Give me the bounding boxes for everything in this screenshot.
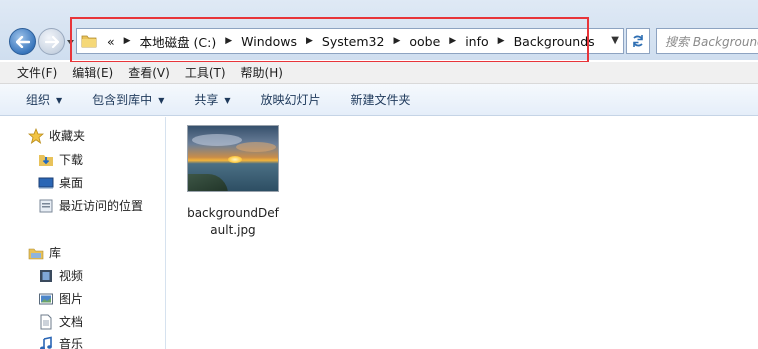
nav-favorites-label: 收藏夹 bbox=[49, 129, 86, 143]
chevron-right-icon[interactable]: ▶ bbox=[225, 36, 232, 46]
nav-pictures-label: 图片 bbox=[59, 292, 84, 306]
nav-libraries[interactable]: 库 bbox=[28, 244, 61, 261]
folder-icon bbox=[81, 35, 97, 48]
refresh-icon bbox=[633, 35, 643, 47]
nav-downloads[interactable]: 下载 bbox=[38, 151, 83, 168]
back-arrow-icon bbox=[15, 35, 30, 48]
file-name: backgroundDefault.jpg bbox=[187, 206, 279, 237]
search-input[interactable]: 搜索 Backgrounds bbox=[656, 28, 758, 54]
back-button[interactable] bbox=[9, 28, 36, 55]
picture-icon bbox=[38, 291, 54, 307]
include-in-library-label: 包含到库中 bbox=[92, 93, 153, 107]
breadcrumb-system32[interactable]: System32 bbox=[322, 34, 385, 49]
nav-music-label: 音乐 bbox=[59, 337, 84, 349]
chevron-right-icon[interactable]: ▶ bbox=[124, 36, 131, 46]
file-list: backgroundDefault.jpg bbox=[167, 117, 758, 349]
organize-button[interactable]: 组织 ▼ bbox=[26, 91, 62, 108]
forward-button[interactable] bbox=[38, 28, 65, 55]
chevron-down-icon: ▼ bbox=[56, 96, 63, 105]
chevron-right-icon[interactable]: ▶ bbox=[306, 36, 313, 46]
thumbnail-sun bbox=[228, 156, 242, 163]
address-row: « ▶ 本地磁盘 (C:) ▶ Windows ▶ System32 ▶ oob… bbox=[0, 0, 758, 60]
document-icon bbox=[38, 314, 54, 330]
menu-view[interactable]: 查看(V) bbox=[128, 64, 170, 81]
command-bar: 组织 ▼ 包含到库中 ▼ 共享 ▼ 放映幻灯片 新建文件夹 bbox=[0, 84, 758, 116]
forward-arrow-icon bbox=[44, 35, 59, 48]
breadcrumb-oobe[interactable]: oobe bbox=[409, 34, 440, 49]
nav-libraries-label: 库 bbox=[49, 246, 62, 260]
organize-label: 组织 bbox=[26, 93, 51, 107]
share-button[interactable]: 共享 ▼ bbox=[194, 91, 230, 108]
nav-desktop-label: 桌面 bbox=[59, 176, 84, 190]
desktop-icon bbox=[38, 175, 54, 191]
navigation-pane: 收藏夹 下载 桌面 最近访问的位置 库 视频 图片 文档 音乐 bbox=[0, 117, 166, 349]
menu-help[interactable]: 帮助(H) bbox=[241, 64, 283, 81]
breadcrumb-backgrounds[interactable]: Backgrounds bbox=[514, 34, 595, 49]
menu-tools[interactable]: 工具(T) bbox=[185, 64, 226, 81]
address-history-dropdown[interactable]: ▼ bbox=[611, 35, 619, 46]
menu-bar: 文件(F) 编辑(E) 查看(V) 工具(T) 帮助(H) bbox=[0, 62, 758, 84]
slideshow-button[interactable]: 放映幻灯片 bbox=[261, 91, 321, 108]
chevron-down-icon: ▼ bbox=[158, 96, 165, 105]
nav-videos[interactable]: 视频 bbox=[38, 267, 83, 284]
nav-recent-label: 最近访问的位置 bbox=[59, 199, 144, 213]
nav-downloads-label: 下载 bbox=[59, 153, 84, 167]
menu-file[interactable]: 文件(F) bbox=[17, 64, 57, 81]
nav-pictures[interactable]: 图片 bbox=[38, 290, 83, 307]
recent-places-icon bbox=[38, 198, 54, 214]
library-icon bbox=[28, 245, 44, 261]
star-icon bbox=[28, 127, 44, 144]
file-item[interactable]: backgroundDefault.jpg bbox=[185, 125, 281, 239]
nav-documents[interactable]: 文档 bbox=[38, 313, 83, 330]
new-folder-button[interactable]: 新建文件夹 bbox=[351, 91, 411, 108]
music-icon bbox=[38, 336, 54, 349]
nav-favorites[interactable]: 收藏夹 bbox=[28, 127, 85, 144]
address-bar[interactable]: « ▶ 本地磁盘 (C:) ▶ Windows ▶ System32 ▶ oob… bbox=[76, 28, 624, 54]
download-folder-icon bbox=[38, 152, 54, 168]
nav-desktop[interactable]: 桌面 bbox=[38, 174, 83, 191]
video-icon bbox=[38, 268, 54, 284]
nav-documents-label: 文档 bbox=[59, 315, 84, 329]
thumbnail-rocks bbox=[188, 174, 228, 191]
nav-music[interactable]: 音乐 bbox=[38, 335, 83, 349]
chevron-right-icon[interactable]: ▶ bbox=[498, 36, 505, 46]
chevron-right-icon[interactable]: ▶ bbox=[393, 36, 400, 46]
chevron-right-icon[interactable]: ▶ bbox=[449, 36, 456, 46]
breadcrumb-info[interactable]: info bbox=[465, 34, 488, 49]
chevron-down-icon: ▼ bbox=[224, 96, 231, 105]
refresh-button[interactable] bbox=[626, 28, 650, 54]
chevron-down-icon bbox=[67, 40, 74, 45]
breadcrumb-windows[interactable]: Windows bbox=[241, 34, 297, 49]
include-in-library-button[interactable]: 包含到库中 ▼ bbox=[92, 91, 164, 108]
breadcrumb-overflow[interactable]: « bbox=[107, 34, 115, 49]
nav-recent-places[interactable]: 最近访问的位置 bbox=[38, 197, 143, 214]
nav-videos-label: 视频 bbox=[59, 269, 84, 283]
image-thumbnail bbox=[187, 125, 279, 192]
recent-pages-dropdown[interactable] bbox=[66, 38, 75, 47]
share-label: 共享 bbox=[194, 93, 219, 107]
thumbnail-cloud bbox=[192, 134, 242, 146]
thumbnail-cloud bbox=[236, 142, 276, 152]
breadcrumb-local-disk[interactable]: 本地磁盘 (C:) bbox=[140, 32, 217, 51]
menu-edit[interactable]: 编辑(E) bbox=[72, 64, 113, 81]
